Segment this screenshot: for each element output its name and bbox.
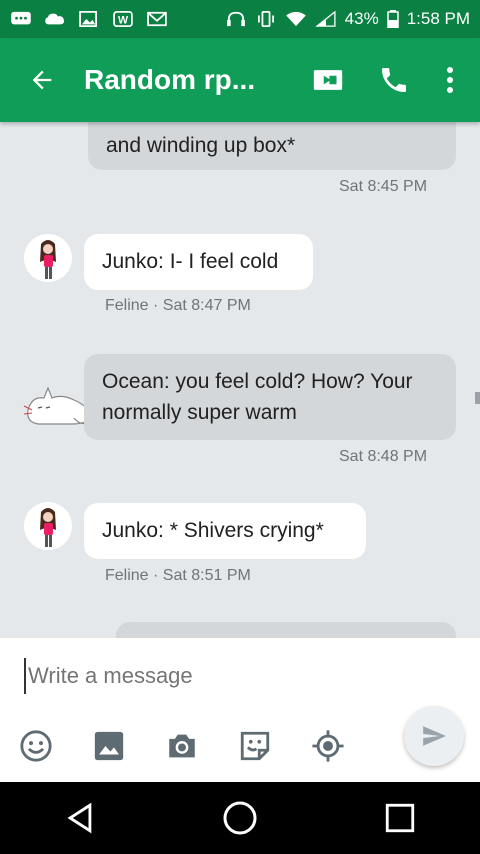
message-input[interactable]: [24, 658, 424, 694]
message-icon: [11, 11, 31, 25]
message-bubble-outgoing[interactable]: Ocean: you feel cold? How? Your normally…: [84, 354, 456, 440]
nav-home-button[interactable]: [210, 788, 270, 848]
camera-icon: [169, 734, 195, 758]
avatar[interactable]: [24, 502, 72, 550]
more-vert-icon: [447, 67, 453, 93]
more-options-button[interactable]: [430, 50, 470, 110]
message-text: and winding up box*: [106, 134, 296, 157]
sticker-button[interactable]: [237, 728, 273, 764]
vibrate-icon: [257, 11, 274, 27]
arrow-back-icon: [32, 70, 52, 90]
system-icons: 43% 1:58 PM: [225, 9, 470, 29]
back-button[interactable]: [0, 38, 84, 122]
phone-icon: [382, 68, 406, 92]
emoji-button[interactable]: [18, 728, 54, 764]
send-button[interactable]: [404, 706, 464, 766]
emoji-icon: [20, 730, 52, 762]
cloud-icon: [45, 13, 65, 25]
message-bubble-incoming[interactable]: Junko: I- I feel cold: [84, 234, 313, 290]
message-bubble-outgoing[interactable]: [116, 622, 456, 638]
headphones-icon: [226, 11, 245, 27]
clock: 1:58 PM: [406, 9, 470, 28]
message-meta: Feline · Sat 8:51 PM: [105, 567, 251, 584]
camera-button[interactable]: [164, 728, 200, 764]
image-icon: [94, 731, 124, 761]
app-bar: Random rp...: [0, 38, 480, 122]
avatar-girl-icon: [24, 502, 72, 550]
signal-icon: [314, 11, 336, 27]
image-icon: [79, 11, 97, 27]
nav-back-button[interactable]: [50, 788, 110, 848]
message-text-line: Ocean: you feel cold? How? Your: [102, 370, 413, 393]
avatar[interactable]: [24, 234, 72, 282]
status-bar: W 43% 1:58 PM: [0, 0, 480, 38]
video-camera-icon: [313, 70, 343, 90]
video-call-button[interactable]: [298, 50, 358, 110]
message-text: Junko: * Shivers crying*: [102, 519, 324, 542]
composer: [0, 638, 480, 782]
gmail-icon: [147, 11, 167, 27]
conversation-title[interactable]: Random rp...: [84, 64, 264, 96]
message-text-line: normally super warm: [102, 401, 297, 424]
notification-icons: W: [10, 11, 168, 27]
message-meta: Sat 8:48 PM: [339, 448, 428, 465]
message-list[interactable]: and winding up box* Sat 8:45 PM Junko: I…: [0, 122, 480, 638]
nav-recents-button[interactable]: [370, 788, 430, 848]
square-recents-icon: [385, 803, 415, 833]
scrollbar-thumb[interactable]: [475, 392, 480, 404]
triangle-back-icon: [67, 802, 92, 834]
phone-call-button[interactable]: [364, 50, 424, 110]
message-bubble-outgoing[interactable]: and winding up box*: [88, 122, 456, 170]
message-meta: Sat 8:45 PM: [339, 178, 428, 195]
battery-percent: 43%: [344, 9, 379, 28]
message-text: Junko: I- I feel cold: [102, 250, 279, 273]
avatar-girl-icon: [24, 234, 72, 282]
send-icon: [423, 726, 446, 746]
location-icon: [312, 730, 344, 762]
navigation-bar: [0, 782, 480, 854]
message-meta: Feline · Sat 8:47 PM: [105, 297, 251, 314]
message-bubble-incoming[interactable]: Junko: * Shivers crying*: [84, 503, 366, 559]
battery-icon: [386, 10, 399, 28]
location-button[interactable]: [310, 728, 346, 764]
app-w-icon: W: [113, 11, 133, 27]
circle-home-icon: [223, 801, 257, 835]
gallery-button[interactable]: [91, 728, 127, 764]
wifi-icon: [285, 11, 306, 27]
sticker-icon: [240, 731, 270, 761]
svg-text:W: W: [118, 14, 129, 26]
